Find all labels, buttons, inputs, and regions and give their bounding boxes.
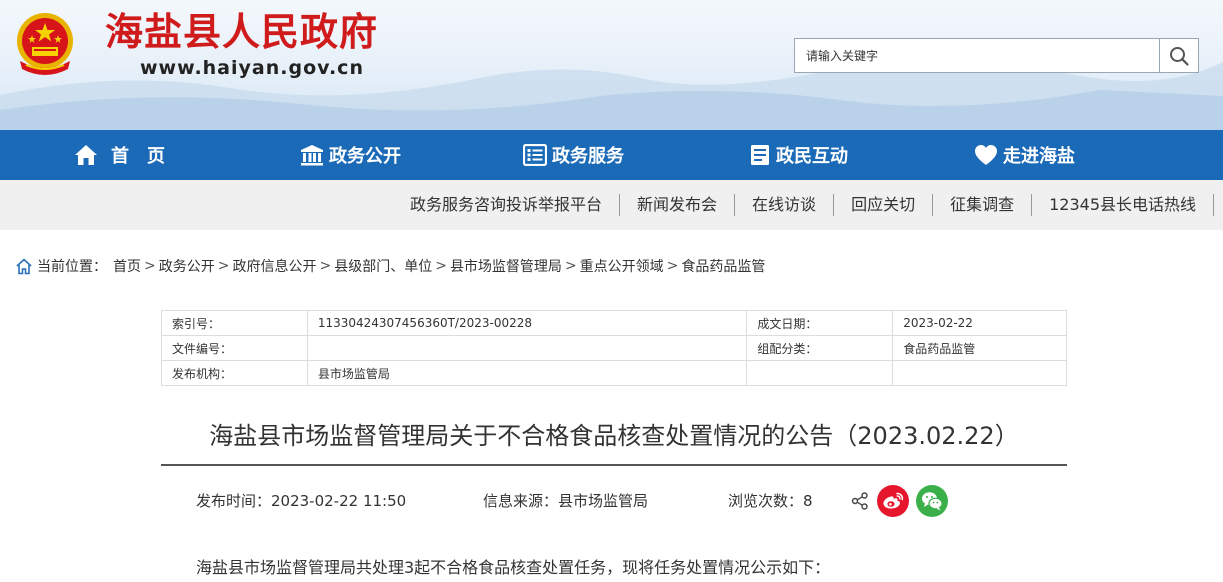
sub-nav-link[interactable]: 征集调查 [933,194,1031,216]
table-row: 索引号： 11330424307456360T/2023-00228 成文日期：… [161,310,1067,336]
search-input[interactable] [795,39,1159,72]
building-icon [301,145,323,166]
sub-nav-link[interactable]: 回应关切 [834,194,932,216]
breadcrumb-item[interactable]: 县市场监督管理局 [450,256,562,276]
breadcrumb-item[interactable]: 重点公开领域 [580,256,664,276]
site-domain: www.haiyan.gov.cn [140,57,364,79]
table-cell-value: 县市场监管局 [306,360,748,386]
table-cell-value: 11330424307456360T/2023-00228 [306,310,748,336]
nav-item-label: 政民互动 [776,146,848,167]
table-cell-value [306,335,748,361]
search-icon [1170,46,1189,66]
search-box [794,38,1199,73]
sub-nav-link[interactable]: 12345县长电话热线 [1032,194,1213,216]
nav-item-about-haiyan[interactable]: 走进海盐 [974,130,1075,180]
table-cell-label: 成文日期： [746,310,894,336]
divider [161,464,1067,466]
nav-item-interaction[interactable]: 政民互动 [749,130,848,180]
table-cell-label [746,360,894,386]
breadcrumb-item[interactable]: 政务公开 [159,256,215,276]
table-cell-value: 食品药品监管 [892,335,1067,361]
share-weibo-button[interactable] [877,485,909,517]
breadcrumb: 当前位置： 首页 > 政务公开 > 政府信息公开 > 县级部门、单位 > 县市场… [15,255,765,277]
breadcrumb-item[interactable]: 政府信息公开 [232,256,316,276]
site-header: 海盐县人民政府 www.haiyan.gov.cn [0,0,1223,130]
table-cell-label: 发布机构： [161,360,308,386]
nav-item-gov-affairs[interactable]: 政务公开 [300,130,401,180]
site-title[interactable]: 海盐县人民政府 [105,8,378,56]
breadcrumb-item[interactable]: 县级部门、单位 [334,256,432,276]
heart-icon [975,145,997,165]
nav-item-gov-services[interactable]: 政务服务 [523,130,624,180]
list-icon [523,144,547,166]
nav-item-label: 政务服务 [552,146,624,167]
breadcrumb-arrow-icon: > [666,258,679,274]
share-icon[interactable] [851,492,869,510]
breadcrumb-arrow-icon: > [319,258,332,274]
nav-item-home[interactable]: 首 页 [74,130,165,180]
breadcrumb-arrow-icon: > [217,258,230,274]
table-cell-label: 索引号： [161,310,308,336]
home-icon [75,145,97,165]
nav-item-label: 政务公开 [329,146,401,167]
publish-time: 发布时间：2023-02-22 11:50 [196,492,407,510]
wechat-icon [922,492,943,511]
sub-nav-link[interactable]: 政务服务咨询投诉举报平台 [393,194,619,216]
share-wechat-button[interactable] [916,485,948,517]
table-row: 发布机构： 县市场监管局 [161,360,1067,386]
weibo-icon [883,492,904,509]
breadcrumb-arrow-icon: > [435,258,447,274]
sub-nav-link[interactable]: 在线访谈 [735,194,833,216]
search-button[interactable] [1159,39,1198,72]
breadcrumb-item[interactable]: 首页 [113,256,141,276]
sub-nav-link[interactable]: 新闻发布会 [620,194,734,216]
sub-nav: 政务服务咨询投诉举报平台 新闻发布会 在线访谈 回应关切 征集调查 12345县… [0,180,1223,230]
nav-item-label: 走进海盐 [1003,146,1075,167]
breadcrumb-item[interactable]: 食品药品监管 [681,256,765,276]
breadcrumb-arrow-icon: > [144,258,156,274]
national-emblem-icon [17,13,73,75]
breadcrumb-arrow-icon: > [564,258,577,274]
document-icon [751,145,769,165]
view-count: 浏览次数：8 [728,492,813,510]
divider [1213,194,1214,216]
home-outline-icon [16,258,32,274]
table-cell-value: 2023-02-22 [892,310,1067,336]
article-title: 海盐县市场监督管理局关于不合格食品核查处置情况的公告（2023.02.22） [209,422,1019,450]
nav-item-label: 首 页 [111,146,165,167]
breadcrumb-prefix: 当前位置： [37,259,107,275]
table-row: 文件编号： 组配分类： 食品药品监管 [161,335,1067,361]
info-source: 信息来源：县市场监管局 [483,492,649,510]
document-info-table: 索引号： 11330424307456360T/2023-00228 成文日期：… [161,310,1067,386]
table-cell-value [892,360,1067,386]
table-cell-label: 组配分类： [746,335,894,361]
article-intro-text: 海盐县市场监督管理局共处理3起不合格食品核查处置任务，现将任务处置情况公示如下： [196,558,831,577]
table-cell-label: 文件编号： [161,335,308,361]
